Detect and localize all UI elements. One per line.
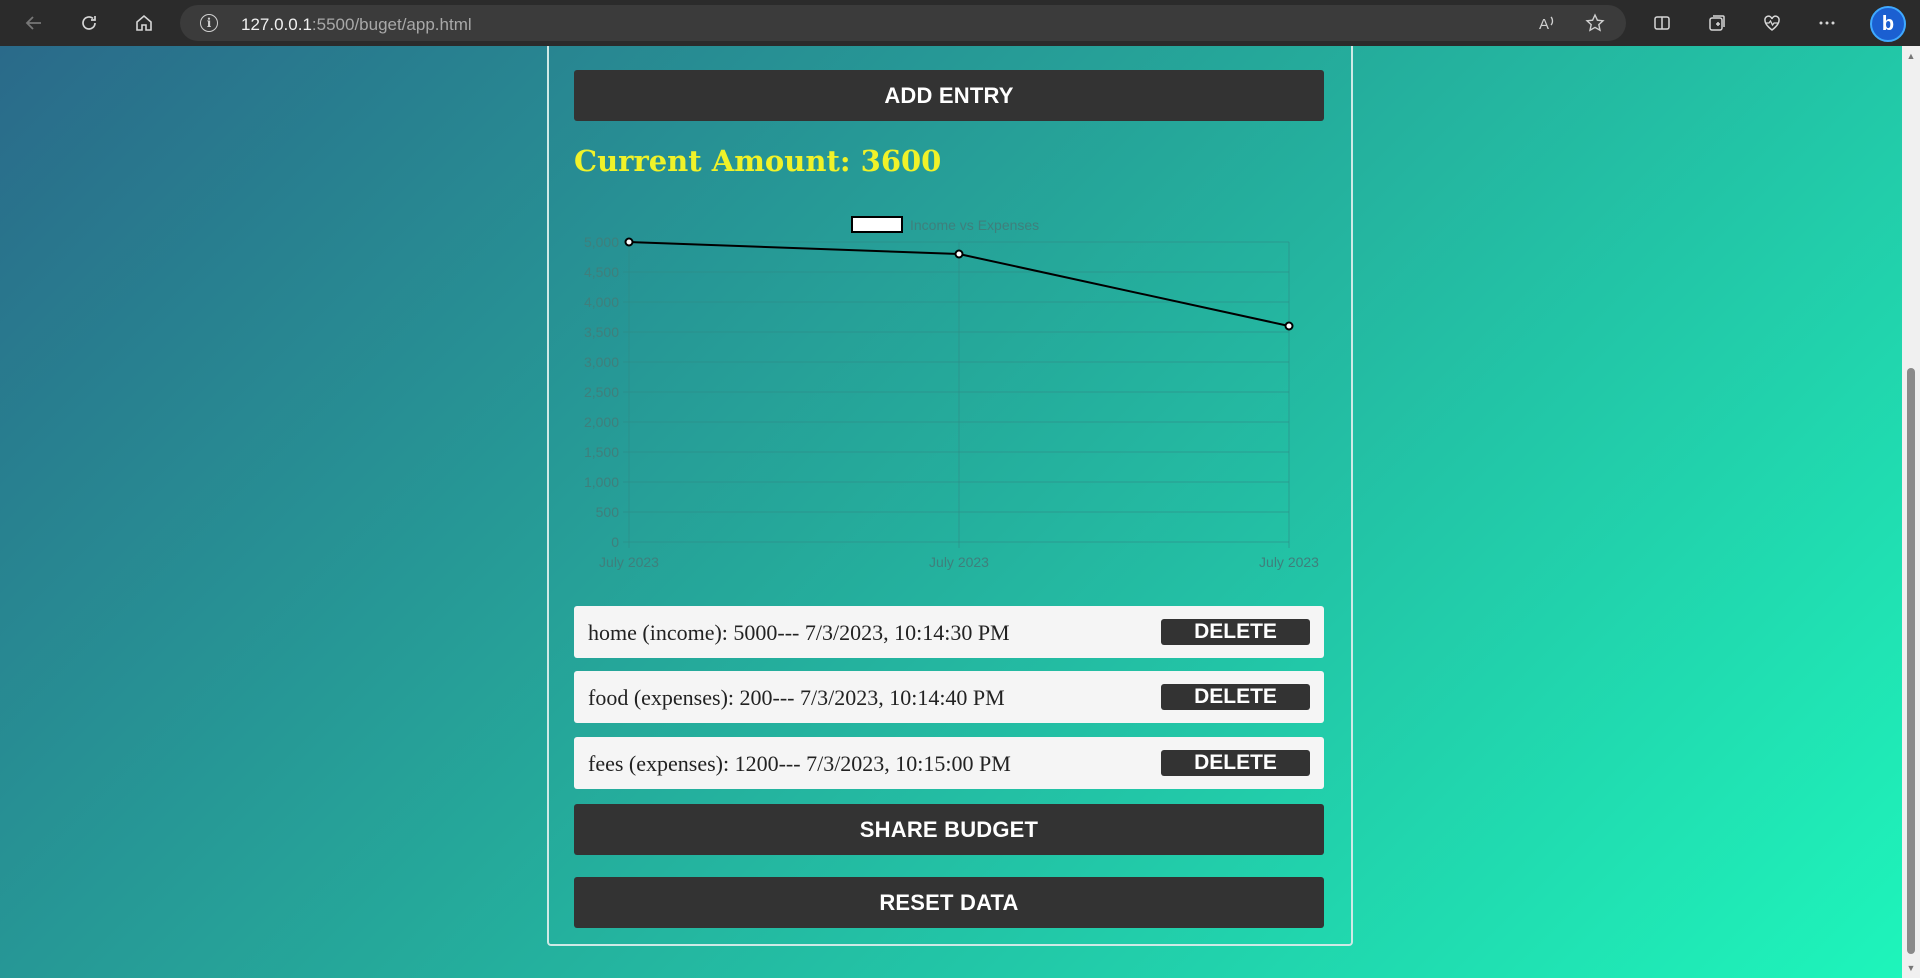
- entry-text: food (expenses): 200--- 7/3/2023, 10:14:…: [588, 685, 1005, 710]
- url-text: 127.0.0.1:5500/buget/app.html: [241, 15, 472, 34]
- income-expenses-chart: 0 500 1,000 1,500 2,000 2,500 3,000 3,500 4,000 4…: [584, 216, 1319, 570]
- list-item: fees (expenses): 1200--- 7/3/2023, 10:15…: [574, 737, 1324, 789]
- y-tick-label: 1,500: [584, 444, 619, 460]
- back-icon[interactable]: [17, 7, 51, 39]
- entry-text: home (income): 5000--- 7/3/2023, 10:14:3…: [588, 620, 1010, 645]
- data-point: [1284, 321, 1294, 331]
- read-aloud-icon[interactable]: A: [1535, 12, 1559, 34]
- y-tick-label: 2,000: [584, 414, 619, 430]
- legend-swatch: [851, 216, 903, 233]
- y-tick-label: 500: [596, 504, 620, 520]
- refresh-icon[interactable]: [72, 7, 106, 39]
- y-tick-label: 4,000: [584, 294, 619, 310]
- y-tick-label: 2,500: [584, 384, 619, 400]
- browser-essentials-icon[interactable]: [1755, 7, 1789, 39]
- bing-copilot-icon[interactable]: b: [1870, 6, 1906, 42]
- x-tick-label: July 2023: [599, 554, 659, 570]
- delete-button[interactable]: DELETE: [1161, 684, 1310, 710]
- share-budget-button[interactable]: SHARE BUDGET: [574, 804, 1324, 855]
- x-tick-label: July 2023: [929, 554, 989, 570]
- favorite-star-icon[interactable]: [1583, 12, 1607, 34]
- delete-button[interactable]: DELETE: [1161, 750, 1310, 776]
- data-point: [624, 237, 634, 247]
- collections-icon[interactable]: [1700, 7, 1734, 39]
- more-options-icon[interactable]: [1810, 7, 1844, 39]
- y-tick-label: 0: [611, 534, 619, 550]
- home-icon[interactable]: [127, 7, 161, 39]
- y-tick-label: 3,000: [584, 354, 619, 370]
- reset-data-button[interactable]: RESET DATA: [574, 877, 1324, 928]
- address-bar[interactable]: i 127.0.0.1:5500/buget/app.html A: [180, 5, 1626, 41]
- x-tick-label: July 2023: [1259, 554, 1319, 570]
- legend-label: Income vs Expenses: [910, 217, 1039, 233]
- list-item: home (income): 5000--- 7/3/2023, 10:14:3…: [574, 606, 1324, 658]
- y-tick-label: 3,500: [584, 324, 619, 340]
- split-screen-icon[interactable]: [1645, 7, 1679, 39]
- delete-button[interactable]: DELETE: [1161, 619, 1310, 645]
- browser-toolbar: i 127.0.0.1:5500/buget/app.html A b: [0, 0, 1920, 46]
- add-entry-button[interactable]: ADD ENTRY: [574, 70, 1324, 121]
- y-tick-label: 5,000: [584, 234, 619, 250]
- scrollbar[interactable]: ▲ ▼: [1902, 46, 1920, 978]
- entry-text: fees (expenses): 1200--- 7/3/2023, 10:15…: [588, 751, 1011, 776]
- data-point: [954, 249, 964, 259]
- scroll-up-icon[interactable]: ▲: [1906, 51, 1916, 61]
- svg-text:A: A: [1539, 16, 1549, 33]
- list-item: food (expenses): 200--- 7/3/2023, 10:14:…: [574, 671, 1324, 723]
- current-amount: Current Amount: 3600: [574, 144, 942, 178]
- y-tick-label: 4,500: [584, 264, 619, 280]
- scroll-down-icon[interactable]: ▼: [1906, 963, 1916, 973]
- y-tick-label: 1,000: [584, 474, 619, 490]
- page-viewport: ADD ENTRY Current Amount: 3600 0 500 1,000…: [0, 46, 1902, 978]
- site-info-icon[interactable]: i: [200, 14, 218, 32]
- scrollbar-thumb[interactable]: [1907, 368, 1915, 954]
